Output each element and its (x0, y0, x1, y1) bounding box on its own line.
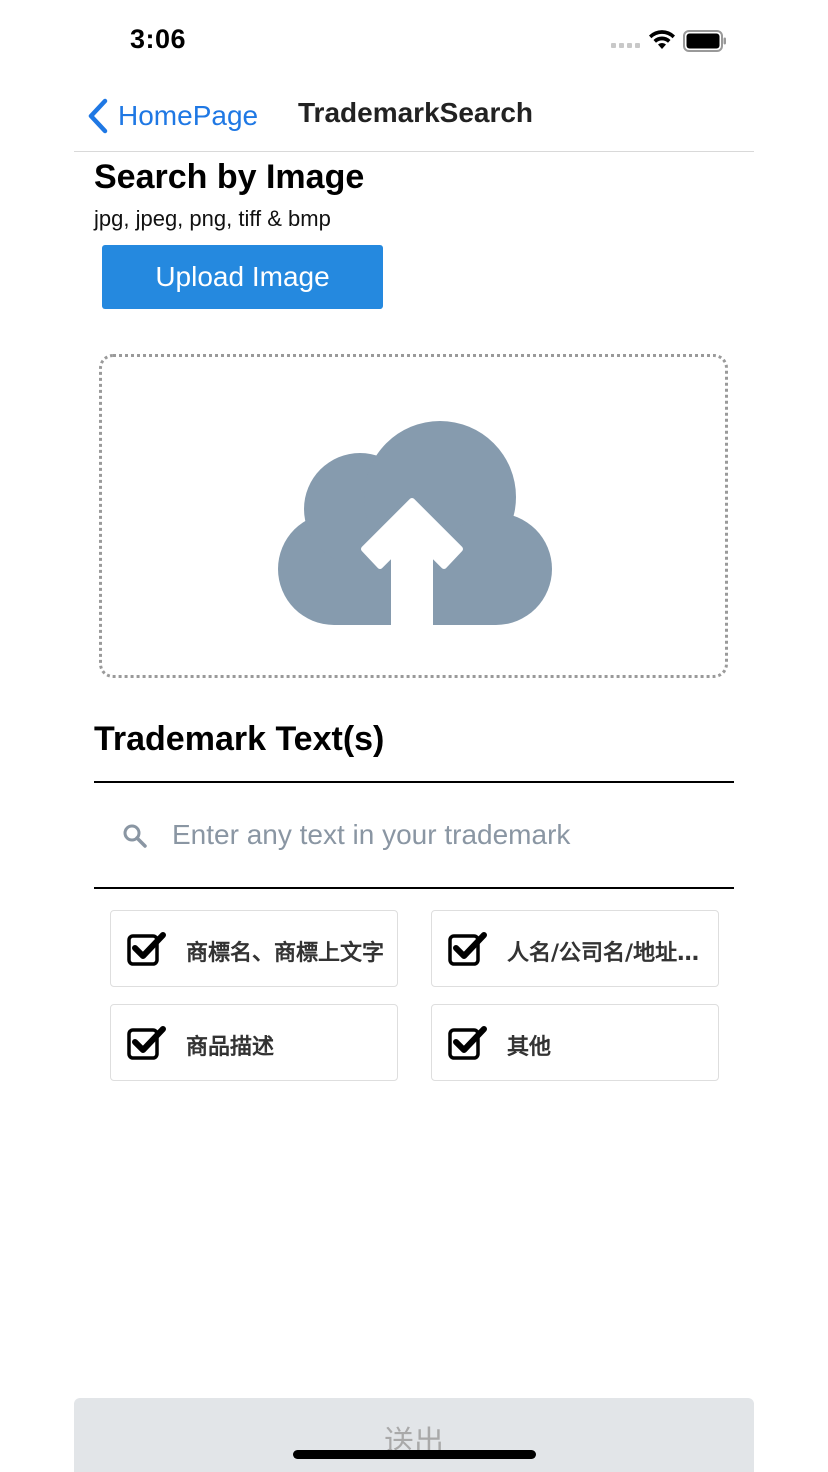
battery-icon (683, 30, 726, 52)
cloud-upload-icon (278, 421, 552, 625)
status-time: 3:06 (130, 24, 187, 54)
search-by-image-heading: Search by Image (94, 158, 365, 196)
filter-label: 商標名、商標上文字 (186, 941, 385, 966)
filter-checkbox-person-company-address[interactable]: 人名/公司名/地址… (431, 910, 719, 987)
trademark-text-input[interactable] (172, 807, 712, 863)
checked-box-icon (448, 1026, 487, 1060)
filter-label: 商品描述 (186, 1035, 275, 1060)
checked-box-icon (448, 932, 487, 966)
image-dropzone[interactable] (99, 354, 728, 678)
checked-box-icon (127, 932, 166, 966)
submit-button[interactable]: 送出 (74, 1398, 754, 1472)
back-button[interactable]: HomePage (86, 96, 258, 136)
supported-formats-text: jpg, jpeg, png, tiff & bmp (94, 206, 331, 231)
filter-label: 其他 (507, 1035, 552, 1060)
home-indicator (293, 1450, 536, 1459)
signal-icon (611, 43, 640, 48)
nav-divider (74, 151, 754, 152)
chevron-left-icon (88, 98, 108, 134)
filter-checkbox-other[interactable]: 其他 (431, 1004, 719, 1081)
checked-box-icon (127, 1026, 166, 1060)
upload-image-button[interactable]: Upload Image (102, 245, 383, 309)
filter-label: 人名/公司名/地址… (507, 941, 700, 966)
search-box (94, 781, 734, 889)
filter-checkbox-goods-description[interactable]: 商品描述 (110, 1004, 398, 1081)
search-icon (123, 824, 147, 848)
wifi-icon (649, 30, 675, 49)
trademark-text-heading: Trademark Text(s) (94, 720, 385, 758)
page-title: TrademarkSearch (298, 97, 534, 128)
filter-checkbox-trademark-name[interactable]: 商標名、商標上文字 (110, 910, 398, 987)
back-button-label: HomePage (118, 100, 259, 131)
